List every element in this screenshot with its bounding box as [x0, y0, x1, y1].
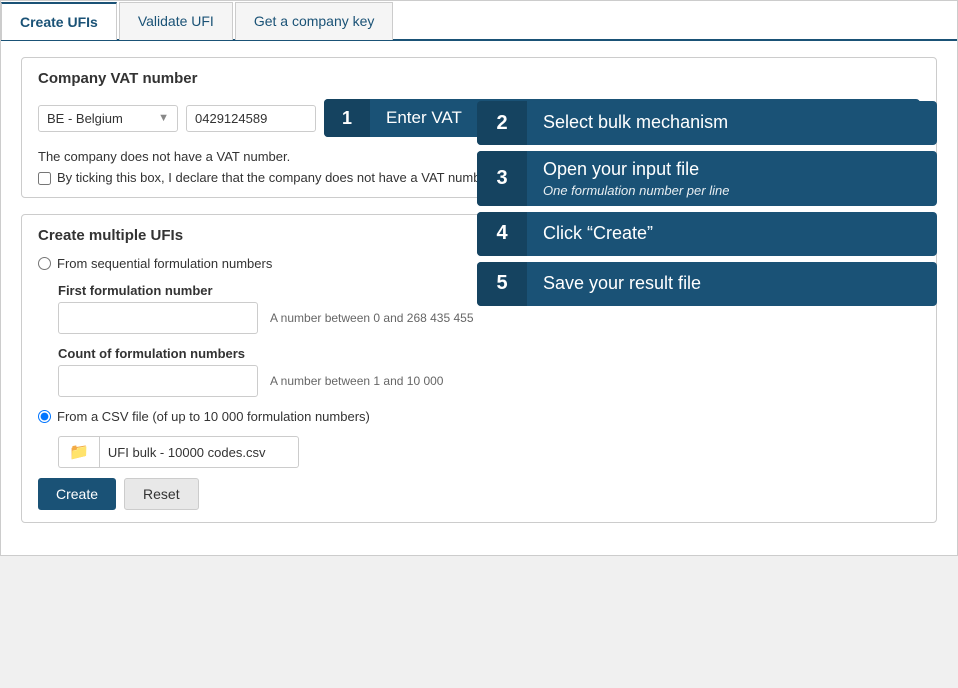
no-vat-checkbox-label: By ticking this box, I declare that the … — [57, 170, 495, 185]
count-hint: A number between 1 and 10 000 — [270, 374, 443, 388]
csv-radio[interactable] — [38, 410, 51, 423]
vat-section-title: Company VAT number — [38, 70, 920, 87]
count-label: Count of formulation numbers — [58, 346, 920, 361]
page-content: Company VAT number BE - Belgium ▼ 1 Ente… — [1, 41, 957, 555]
tab-bar: Create UFIs Validate UFI Get a company k… — [1, 1, 957, 41]
csv-label: From a CSV file (of up to 10 000 formula… — [57, 409, 370, 424]
step2-item: 2 Select bulk mechanism — [477, 101, 937, 145]
vat-input[interactable] — [186, 105, 316, 132]
first-number-row: A number between 0 and 268 435 455 — [58, 302, 920, 334]
tab-create-ufis[interactable]: Create UFIs — [1, 2, 117, 40]
step4-text: Click “Create” — [543, 223, 653, 245]
step4-number: 4 — [477, 212, 527, 256]
step5-number: 5 — [477, 262, 527, 306]
no-vat-checkbox[interactable] — [38, 172, 51, 185]
step1-text: Enter VAT — [370, 108, 478, 128]
step5-item: 5 Save your result file — [477, 262, 937, 306]
sequential-label: From sequential formulation numbers — [57, 256, 272, 271]
sequential-radio[interactable] — [38, 257, 51, 270]
step2-content: Select bulk mechanism — [527, 101, 744, 145]
step3-number: 3 — [477, 151, 527, 206]
step5-text: Save your result file — [543, 273, 701, 295]
steps-overlay: 2 Select bulk mechanism 3 Open your inpu… — [477, 101, 937, 306]
file-open-button[interactable]: 📁 — [58, 436, 99, 468]
create-button[interactable]: Create — [38, 478, 116, 510]
country-select[interactable]: BE - Belgium ▼ — [38, 105, 178, 132]
tab-validate-ufi[interactable]: Validate UFI — [119, 2, 233, 40]
file-name-input[interactable] — [99, 436, 299, 468]
step4-item: 4 Click “Create” — [477, 212, 937, 256]
tab-get-company-key[interactable]: Get a company key — [235, 2, 394, 40]
chevron-down-icon: ▼ — [158, 112, 169, 124]
first-number-hint: A number between 0 and 268 435 455 — [270, 311, 474, 325]
count-group: Count of formulation numbers A number be… — [58, 346, 920, 397]
count-input[interactable] — [58, 365, 258, 397]
reset-button[interactable]: Reset — [124, 478, 199, 510]
step2-number: 2 — [477, 101, 527, 145]
step1-number: 1 — [324, 99, 370, 137]
first-number-input[interactable] — [58, 302, 258, 334]
main-container: Create UFIs Validate UFI Get a company k… — [0, 0, 958, 556]
step3-content: Open your input file One formulation num… — [527, 151, 745, 206]
file-row: 📁 — [58, 436, 920, 468]
step5-content: Save your result file — [527, 262, 717, 306]
action-buttons: Create Reset — [38, 478, 920, 510]
step3-subtext: One formulation number per line — [543, 183, 729, 198]
step4-content: Click “Create” — [527, 212, 669, 256]
folder-icon: 📁 — [69, 442, 89, 462]
step3-text: Open your input file — [543, 159, 729, 181]
csv-radio-row: From a CSV file (of up to 10 000 formula… — [38, 409, 920, 424]
step2-text: Select bulk mechanism — [543, 112, 728, 134]
step3-item: 3 Open your input file One formulation n… — [477, 151, 937, 206]
count-row: A number between 1 and 10 000 — [58, 365, 920, 397]
